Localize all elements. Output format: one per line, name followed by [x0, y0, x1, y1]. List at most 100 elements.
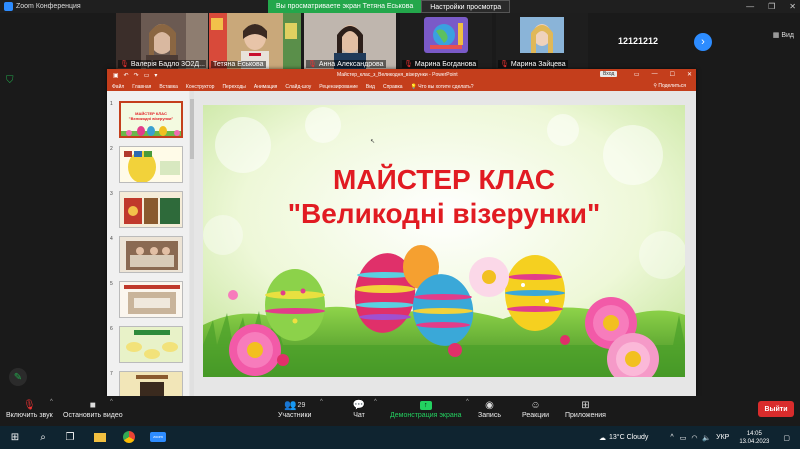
wifi-icon[interactable]: ◠	[691, 434, 697, 442]
participants-button[interactable]: 👥 29 Участники	[278, 398, 311, 420]
chevron-up-icon[interactable]: ^	[50, 399, 53, 405]
tell-me-box[interactable]: 💡 Что вы хотите сделать?	[411, 84, 474, 90]
ppt-titlebar: ▣ ↶ ↷ ▭ ▾ Майстер_клас_з_Великодня_візер…	[107, 69, 696, 82]
tab-transitions[interactable]: Переходы	[222, 84, 245, 90]
slide-thumb-5[interactable]	[119, 281, 183, 318]
annotate-button[interactable]: ✎	[9, 368, 27, 386]
participant-tile-no-video[interactable]: 1212 1212	[592, 13, 684, 69]
thumbnail-item[interactable]: 5	[109, 281, 187, 319]
zoom-taskbar-icon[interactable]: zoom	[148, 430, 168, 444]
tab-design[interactable]: Конструктор	[186, 84, 215, 90]
egg-green	[265, 269, 325, 341]
chevron-up-icon[interactable]: ^	[374, 399, 377, 405]
maximize-icon[interactable]: ☐	[670, 71, 675, 78]
chevron-up-icon[interactable]: ^	[110, 399, 113, 405]
slide-thumb-4[interactable]	[119, 236, 183, 273]
notifications-icon[interactable]: ▢	[783, 434, 790, 442]
minimize-icon[interactable]: —	[746, 2, 754, 11]
apps-button[interactable]: ⊞ Приложения	[565, 398, 606, 420]
network-icon[interactable]: ▭	[680, 434, 687, 442]
slide-thumb-6[interactable]	[119, 326, 183, 363]
unmute-button[interactable]: 🎙 Включить звук	[6, 398, 53, 420]
reactions-button[interactable]: ☺ Реакции	[522, 398, 549, 420]
thumb-image	[126, 241, 178, 270]
slide-background	[203, 105, 685, 377]
clock[interactable]: 14:05 13.04.2023	[739, 430, 769, 446]
redo-icon[interactable]: ↷	[134, 72, 139, 79]
tab-animations[interactable]: Анимация	[254, 84, 277, 90]
participant-tile[interactable]: 🎙 Марина Богданова	[400, 13, 492, 69]
undo-icon[interactable]: ↶	[124, 72, 129, 79]
view-settings-button[interactable]: Настройки просмотра	[421, 0, 511, 13]
tab-slideshow[interactable]: Слайд-шоу	[285, 84, 311, 90]
slide-title: МАЙСТЕР КЛАС	[333, 164, 555, 195]
search-icon[interactable]: ⌕	[36, 430, 50, 444]
task-view-icon[interactable]: ❐	[63, 430, 77, 444]
security-shield-icon[interactable]: ⛉	[6, 75, 14, 86]
participant-name-label: Тетяна Еськова	[211, 61, 266, 68]
mic-muted-icon: 🎙	[22, 399, 36, 411]
share-button[interactable]: ⚲ Поделиться	[653, 83, 686, 89]
thumbnail-item[interactable]: 3	[109, 191, 187, 229]
share-status: Вы просматриваете экран Тетяна Еськова	[268, 0, 422, 13]
next-page-button[interactable]: ›	[694, 33, 712, 51]
chat-icon: 💬	[352, 399, 366, 411]
slide-thumb-3[interactable]	[119, 191, 183, 228]
chevron-up-icon[interactable]: ^	[670, 434, 673, 441]
chevron-right-icon: ›	[701, 36, 705, 48]
chevron-up-icon[interactable]: ^	[466, 399, 469, 405]
restore-icon[interactable]: ❐	[768, 2, 775, 11]
thumbnail-item[interactable]: 4	[109, 236, 187, 274]
close-icon[interactable]: ✕	[687, 71, 692, 78]
customize-icon[interactable]: ▾	[154, 72, 157, 79]
thumbnails-scrollbar[interactable]	[190, 91, 194, 396]
tab-home[interactable]: Главная	[132, 84, 151, 90]
close-icon[interactable]: ✕	[789, 2, 796, 11]
participant-name-label: 1212	[638, 36, 659, 46]
signin-button[interactable]: Вход	[600, 71, 618, 77]
grid-icon: ▦	[772, 32, 780, 39]
file-explorer-icon[interactable]	[93, 430, 107, 444]
thumbnail-item[interactable]: 2	[109, 146, 187, 184]
scrollbar-thumb[interactable]	[190, 99, 194, 159]
participant-tile-active[interactable]: Тетяна Еськова	[209, 13, 301, 69]
slide-thumb-2[interactable]	[119, 146, 183, 183]
weather-widget[interactable]: 13°C Cloudy	[609, 434, 648, 441]
chat-button[interactable]: 💬 Чат	[350, 398, 368, 420]
stop-video-button[interactable]: ■ Остановить видео	[63, 398, 123, 420]
thumb-image	[126, 330, 178, 359]
window-controls: — ❐ ✕	[746, 0, 796, 13]
slide-canvas[interactable]: МАЙСТЕР КЛАС "Великодні візерунки" ↖	[203, 105, 685, 377]
slide-thumb-7[interactable]	[119, 371, 183, 396]
tab-help[interactable]: Справка	[383, 84, 403, 90]
record-button[interactable]: ◉ Запись	[478, 398, 501, 420]
volume-icon[interactable]: 🔈	[702, 434, 711, 442]
minimize-icon[interactable]: —	[652, 71, 658, 78]
ribbon-display-icon[interactable]: ▭	[634, 71, 640, 78]
powerpoint-window: ▣ ↶ ↷ ▭ ▾ Майстер_клас_з_Великодня_візер…	[107, 69, 696, 396]
participant-name-label: 🎙 Валерія Бадло 3О2Д...	[118, 60, 206, 68]
start-slideshow-icon[interactable]: ▭	[144, 72, 150, 79]
share-screen-button[interactable]: ↑ Демонстрация экрана	[390, 398, 462, 419]
slide-thumb-1[interactable]: МАЙСТЕР КЛАС "Великодні візерунки"	[119, 101, 183, 138]
tab-insert[interactable]: Вставка	[159, 84, 178, 90]
leave-button[interactable]: Выйти	[758, 401, 794, 417]
thumbnail-item[interactable]: 7	[109, 371, 187, 396]
tab-file[interactable]: Файл	[112, 84, 124, 90]
weather-icon[interactable]: ☁	[599, 434, 606, 442]
share-screen-icon: ↑	[417, 398, 435, 412]
chevron-up-icon[interactable]: ^	[320, 399, 323, 405]
tab-view[interactable]: Вид	[366, 84, 375, 90]
windows-start-icon[interactable]: ⊞	[8, 430, 22, 444]
participant-tile[interactable]: 🎙 Валерія Бадло 3О2Д...	[116, 13, 208, 69]
save-icon[interactable]: ▣	[113, 72, 119, 79]
view-button[interactable]: ▦ Вид	[772, 31, 794, 40]
language-indicator[interactable]: УКР	[716, 434, 729, 441]
thumbnail-item[interactable]: 1 МАЙСТЕР КЛАС "Великодні візерунки"	[109, 101, 187, 139]
participant-tile[interactable]: 🎙 Марина Зайцева	[496, 13, 588, 69]
participant-tile[interactable]: 🎙 Анна Александрова	[304, 13, 396, 69]
thumbnail-item[interactable]: 6	[109, 326, 187, 364]
tab-review[interactable]: Рецензирование	[319, 84, 358, 90]
video-strip: 🎙 Валерія Бадло 3О2Д... Тетяна Еськова 🎙…	[0, 13, 800, 69]
chrome-icon[interactable]	[122, 430, 136, 444]
